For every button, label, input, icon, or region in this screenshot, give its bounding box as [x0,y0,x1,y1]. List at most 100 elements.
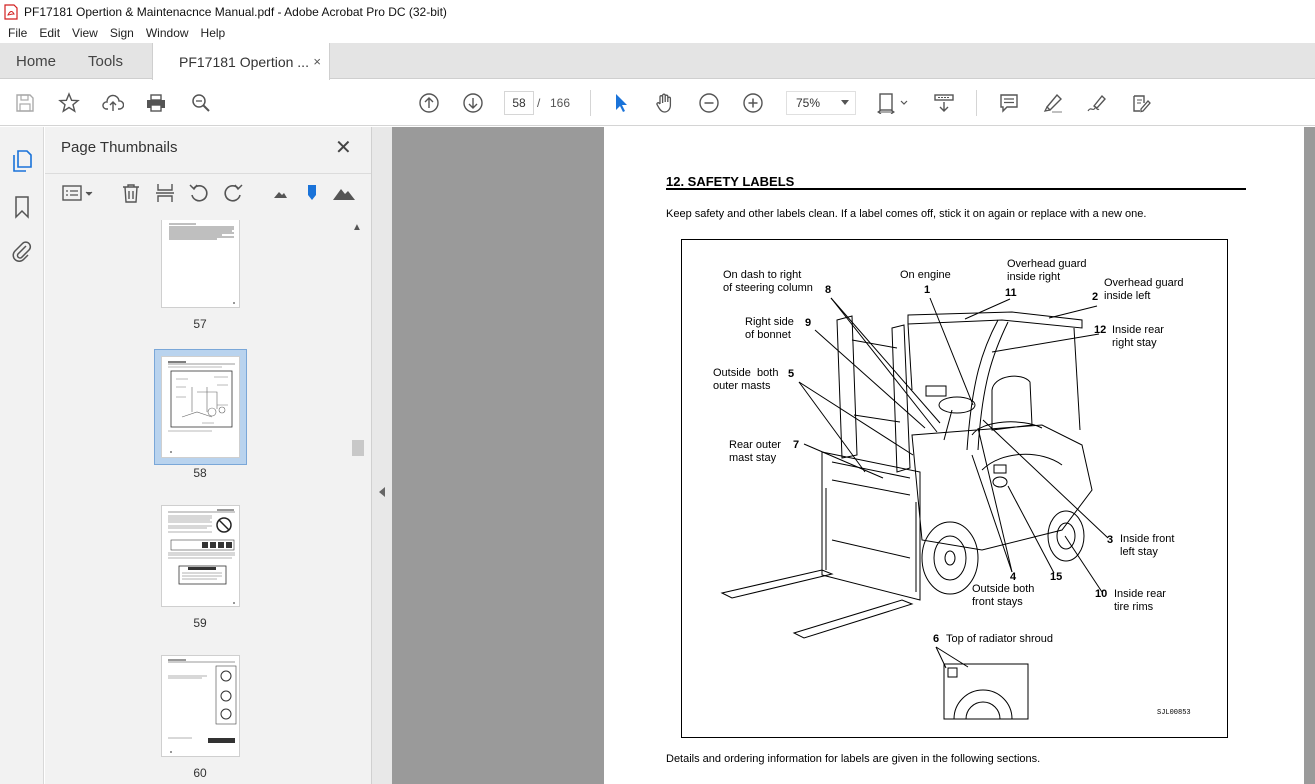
thumbnail-options-button[interactable] [61,180,95,206]
thumbnail-page-59[interactable] [161,505,240,607]
page-preview [168,659,237,753]
delete-pages-button[interactable] [118,180,144,206]
thumbnail-page-58[interactable] [161,356,240,458]
label-number: 4 [1010,571,1017,583]
mountain-small-icon [274,192,287,198]
scroll-mode-button[interactable] [932,91,956,115]
page-separator: / [537,96,541,110]
zoom-in-button[interactable] [741,91,765,115]
label-9-location: Right side of bonnet [745,316,794,341]
share-upload-button[interactable] [101,91,125,115]
label-number: 10 [1095,588,1108,600]
figure-code: SJL00853 [1157,709,1191,717]
panel-splitter[interactable] [371,127,392,784]
menu-window[interactable]: Window [146,26,189,40]
bookmarks-button[interactable] [11,195,33,219]
thumbnail-size-slider[interactable] [299,180,325,206]
next-page-icon [463,93,483,113]
zoom-search-button[interactable] [189,91,213,115]
label-10-location: Inside rear tire rims [1114,588,1166,613]
fill-sign-icon [1133,95,1151,113]
fit-page-icon [877,93,908,114]
chevron-down-icon [841,100,849,105]
comment-button[interactable] [997,91,1021,115]
intro-paragraph: Keep safety and other labels clean. If a… [666,208,1147,220]
tab-close-button[interactable]: × [313,54,321,69]
options-menu-icon [62,185,93,201]
page-thumbnails-button[interactable] [11,149,33,173]
menu-help[interactable]: Help [201,26,226,40]
thumbnail-scrollbar[interactable] [350,218,366,784]
hand-tool-button[interactable] [653,91,677,115]
tab-tools[interactable]: Tools [88,43,123,79]
menu-view[interactable]: View [72,26,98,40]
zoom-out-button[interactable] [697,91,721,115]
zoom-level-value: 75% [796,96,821,110]
thumbnail-smaller-button[interactable] [267,180,293,206]
zoom-search-icon [192,94,210,112]
page-preview [169,223,235,304]
thumbnail-label: 58 [193,466,207,480]
zoom-out-icon [699,93,719,113]
menu-sign[interactable]: Sign [110,26,134,40]
bookmark-icon [15,196,29,219]
scrollbar-thumb[interactable] [352,440,364,456]
select-tool-button[interactable] [609,91,633,115]
tab-document[interactable]: PF17181 Opertion ... × [152,43,330,80]
panel-close-button[interactable]: ✕ [335,135,352,160]
label-number: 6 [933,633,940,645]
fit-page-button[interactable] [876,91,912,115]
pdf-page: 12. SAFETY LABELS Keep safety and other … [604,127,1304,784]
save-button[interactable] [13,91,37,115]
highlight-button[interactable] [1041,91,1065,115]
print-button[interactable] [144,91,168,115]
label-number: 7 [793,439,800,451]
menu-bar: File Edit View Sign Window Help [0,23,1315,43]
sign-button[interactable] [1085,91,1109,115]
zoom-level-select[interactable]: 75% [786,91,856,115]
thumbnail-page-60[interactable] [161,655,240,757]
toolbar-divider [590,90,591,116]
page-number-input[interactable]: 58 [504,91,534,115]
highlight-icon [1043,93,1062,113]
bookmark-star-button[interactable] [57,91,81,115]
sign-icon [1087,94,1106,112]
thumbnail-page-57[interactable] [161,220,240,308]
thumbnail-label: 57 [193,317,207,331]
label-number: 3 [1107,534,1114,546]
label-number: 15 [1050,571,1063,583]
acrobat-logo-icon [4,3,18,20]
rotate-left-button[interactable] [186,180,212,206]
label-number: 8 [825,284,832,296]
menu-edit[interactable]: Edit [39,26,60,40]
extract-pages-button[interactable] [152,180,178,206]
safety-labels-figure: On dash to right of steering column 8 On… [681,239,1228,738]
label-number: 12 [1094,324,1107,336]
attachments-button[interactable] [11,239,33,263]
slider-handle-icon [308,185,316,200]
label-number: 2 [1092,291,1099,303]
left-rail [0,127,44,784]
extract-pages-icon [156,184,174,202]
thumbnail-larger-button[interactable] [331,180,357,206]
thumbnail-toolbar [45,173,371,213]
tab-home[interactable]: Home [16,43,56,79]
save-icon [16,94,34,112]
fill-sign-button[interactable] [1129,91,1153,115]
previous-page-button[interactable] [417,91,441,115]
label-8-location: On dash to right of steering column [723,269,813,294]
window-title: PF17181 Opertion & Maintenacnce Manual.p… [24,4,447,19]
page-preview [168,509,235,604]
rotate-right-button[interactable] [220,180,246,206]
footer-paragraph: Details and ordering information for lab… [666,753,1041,765]
scroll-up-arrow-icon[interactable]: ▲ [352,222,362,233]
next-page-button[interactable] [461,91,485,115]
page-preview [168,361,235,453]
pages-icon [13,150,32,172]
title-bar: PF17181 Opertion & Maintenacnce Manual.p… [0,0,1315,23]
heading-rule [666,188,1246,190]
tab-bar: Home Tools PF17181 Opertion ... × [0,43,1315,80]
menu-file[interactable]: File [8,26,27,40]
scroll-mode-icon [934,94,954,112]
collapse-panel-arrow-icon[interactable] [379,487,385,497]
